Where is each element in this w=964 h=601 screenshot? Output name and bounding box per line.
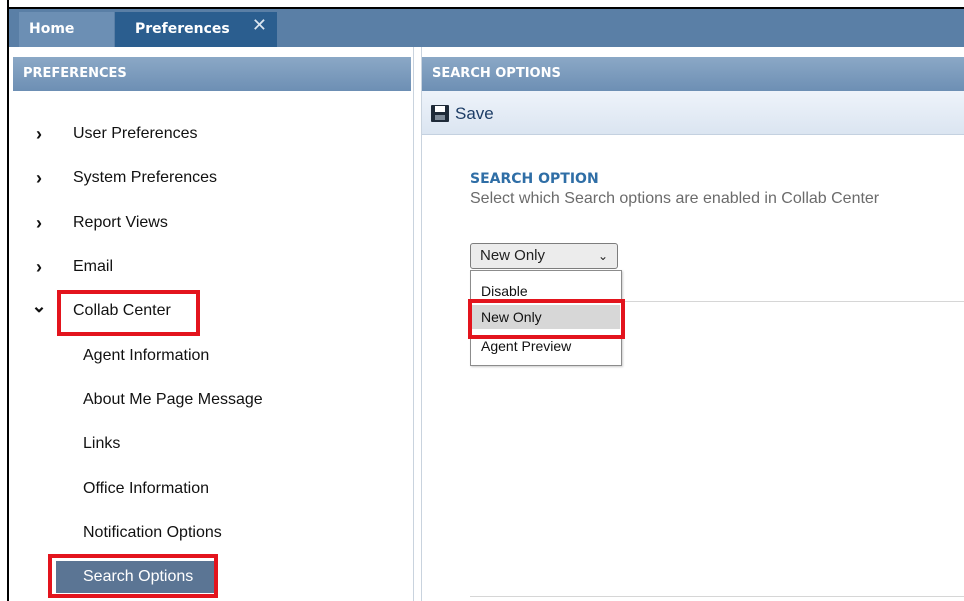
search-options-panel: SEARCH OPTIONS Save SEARCH OPTION Select… — [421, 47, 964, 601]
sub-item-about-me-page-message[interactable]: About Me Page Message — [9, 385, 409, 415]
sub-item-label: Links — [83, 435, 121, 452]
search-options-header: SEARCH OPTIONS — [422, 57, 964, 91]
sub-item-label: Notification Options — [83, 524, 222, 541]
preferences-header: PREFERENCES — [13, 57, 411, 91]
section-title: SEARCH OPTION — [470, 171, 599, 187]
close-icon[interactable]: ✕ — [252, 8, 267, 43]
sub-item-agent-information[interactable]: Agent Information — [9, 341, 409, 371]
option-disable[interactable]: Disable — [481, 283, 528, 299]
search-option-select[interactable]: New Only ⌄ — [470, 243, 618, 269]
save-label: Save — [455, 104, 494, 123]
nav-item-email[interactable]: › Email — [9, 252, 409, 282]
app-window: Home Preferences ✕ PREFERENCES › User Pr… — [0, 0, 964, 601]
section-description: Select which Search options are enabled … — [470, 190, 880, 207]
tab-home[interactable]: Home — [19, 12, 114, 47]
select-value: New Only — [480, 247, 546, 264]
sub-item-office-information[interactable]: Office Information — [9, 474, 409, 504]
option-agent-preview[interactable]: Agent Preview — [481, 338, 571, 354]
nav-item-system-preferences[interactable]: › System Preferences — [9, 163, 409, 193]
highlight-box-collab-center — [57, 290, 200, 336]
sub-item-label: About Me Page Message — [83, 391, 263, 408]
preferences-panel: PREFERENCES › User Preferences › System … — [9, 47, 414, 601]
bottom-divider — [470, 596, 964, 597]
tab-preferences-label: Preferences — [135, 21, 230, 37]
nav-label: Email — [73, 258, 114, 275]
nav-label: System Preferences — [73, 169, 218, 186]
chevron-down-icon: ⌄ — [31, 296, 47, 316]
nav-label: User Preferences — [73, 125, 198, 142]
nav-label: Report Views — [73, 214, 168, 231]
tab-home-label: Home — [29, 21, 75, 37]
chevron-right-icon: › — [36, 213, 42, 233]
divider — [622, 301, 964, 302]
toolbar: Save — [422, 91, 964, 135]
tab-preferences[interactable]: Preferences ✕ — [115, 12, 277, 47]
tab-bar: Home Preferences ✕ — [9, 9, 964, 47]
highlight-box-new-only — [468, 299, 625, 339]
floppy-disk-icon — [431, 105, 449, 122]
chevron-right-icon: › — [36, 168, 42, 188]
save-button[interactable]: Save — [431, 102, 494, 126]
highlight-box-search-options — [48, 554, 218, 598]
sub-item-label: Office Information — [83, 480, 209, 497]
sub-item-links[interactable]: Links — [9, 429, 409, 459]
sub-item-notification-options[interactable]: Notification Options — [9, 518, 409, 548]
chevron-down-icon: ⌄ — [597, 249, 608, 263]
sub-item-label: Agent Information — [83, 347, 210, 364]
chevron-right-icon: › — [36, 124, 42, 144]
nav-item-report-views[interactable]: › Report Views — [9, 208, 409, 238]
nav-item-user-preferences[interactable]: › User Preferences — [9, 119, 409, 149]
chevron-right-icon: › — [36, 257, 42, 277]
